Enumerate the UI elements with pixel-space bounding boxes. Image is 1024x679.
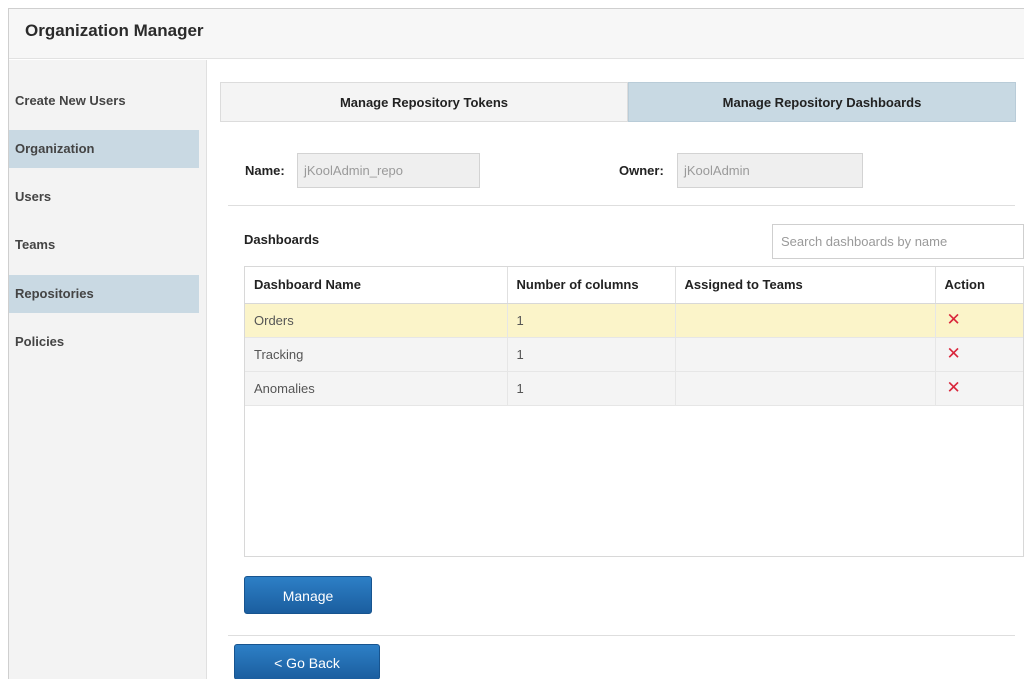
column-header-action: Action [935, 267, 1023, 304]
divider [228, 635, 1015, 636]
column-header-assigned-to-teams[interactable]: Assigned to Teams [675, 267, 936, 304]
dashboard-name-cell: Tracking [245, 337, 508, 372]
column-header-number-of-columns[interactable]: Number of columns [507, 267, 676, 304]
columns-count-cell: 1 [507, 303, 676, 338]
columns-count-cell: 1 [507, 337, 676, 372]
delete-x-icon[interactable]: ✕ [945, 378, 961, 397]
sidebar-item-policies[interactable]: Policies [9, 323, 199, 361]
delete-x-icon[interactable]: ✕ [945, 310, 961, 329]
tab-manage-repository-tokens[interactable]: Manage Repository Tokens [220, 82, 628, 122]
name-label: Name: [245, 163, 285, 178]
app-header: Organization Manager [9, 9, 1024, 59]
table-row[interactable]: Tracking 1 ✕ [245, 337, 1023, 372]
go-back-button[interactable]: < Go Back [234, 644, 380, 679]
dashboard-name-cell: Anomalies [245, 371, 508, 406]
owner-label: Owner: [619, 163, 664, 178]
action-cell: ✕ [935, 337, 1023, 372]
table-row[interactable]: Anomalies 1 ✕ [245, 371, 1023, 406]
sidebar-item-repositories[interactable]: Repositories [9, 275, 199, 313]
dashboards-label: Dashboards [244, 232, 320, 247]
name-field: jKoolAdmin_repo [297, 153, 480, 188]
assigned-teams-cell [675, 337, 936, 372]
column-header-dashboard-name[interactable]: Dashboard Name [245, 267, 508, 304]
columns-count-cell: 1 [507, 371, 676, 406]
divider [228, 205, 1015, 206]
search-dashboards-input[interactable] [772, 224, 1024, 259]
main-content: Manage Repository Tokens Manage Reposito… [208, 60, 1024, 679]
sidebar-item-create-new-users[interactable]: Create New Users [9, 82, 199, 120]
action-cell: ✕ [935, 303, 1023, 338]
sidebar: Create New Users Organization Users Team… [9, 60, 207, 679]
dashboards-table: Dashboard Name Number of columns Assigne… [244, 266, 1024, 557]
table-header-row: Dashboard Name Number of columns Assigne… [245, 267, 1023, 304]
action-cell: ✕ [935, 371, 1023, 406]
delete-x-icon[interactable]: ✕ [945, 344, 961, 363]
dashboard-name-cell: Orders [245, 303, 508, 338]
tab-bar: Manage Repository Tokens Manage Reposito… [220, 82, 1016, 122]
assigned-teams-cell [675, 303, 936, 338]
manage-button[interactable]: Manage [244, 576, 372, 614]
app-frame: Organization Manager Create New Users Or… [8, 8, 1024, 679]
assigned-teams-cell [675, 371, 936, 406]
table-row[interactable]: Orders 1 ✕ [245, 303, 1023, 338]
owner-field: jKoolAdmin [677, 153, 863, 188]
sidebar-item-organization[interactable]: Organization [9, 130, 199, 168]
tab-manage-repository-dashboards[interactable]: Manage Repository Dashboards [628, 82, 1016, 122]
page-title: Organization Manager [25, 21, 204, 40]
sidebar-item-users[interactable]: Users [9, 178, 199, 216]
sidebar-item-teams[interactable]: Teams [9, 226, 199, 264]
